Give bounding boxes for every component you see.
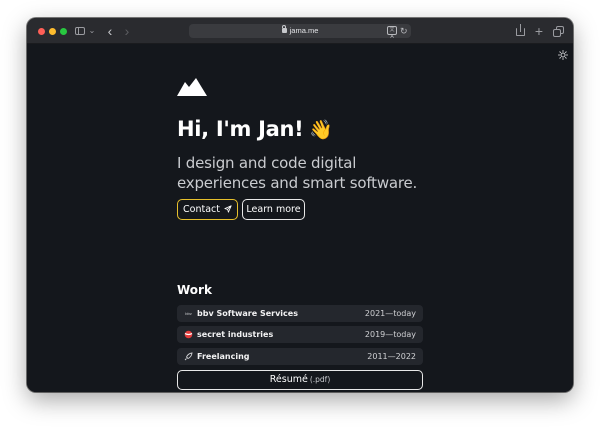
forward-arrow-icon[interactable]: ›	[122, 23, 132, 39]
plus-icon[interactable]: +	[534, 23, 544, 39]
resume-download-button[interactable]: Résumé (.pdf)	[177, 370, 423, 390]
resume-label: Résumé	[269, 374, 308, 385]
tabs-overview-icon[interactable]	[553, 23, 565, 39]
learn-more-button-label: Learn more	[246, 204, 301, 215]
work-item-years: 2011—2022	[367, 352, 416, 361]
mountain-logo[interactable]	[177, 78, 207, 96]
page-title: Hi, I'm Jan! 👋	[177, 117, 333, 141]
close-window-button[interactable]	[38, 28, 45, 35]
translate-icon[interactable]: 文A	[387, 26, 397, 40]
paper-plane-icon	[224, 205, 232, 213]
zoom-window-button[interactable]	[60, 28, 67, 35]
contact-button-label: Contact	[183, 204, 220, 215]
back-arrow-icon[interactable]: ‹	[105, 23, 115, 39]
wave-emoji: 👋	[309, 119, 333, 141]
bbv-logo-icon: bbv	[185, 311, 192, 316]
share-icon[interactable]	[516, 23, 526, 39]
work-item-years: 2021—today	[364, 309, 416, 318]
chevron-down-icon[interactable]: ⌄	[88, 23, 96, 39]
rocket-icon	[184, 352, 193, 361]
minimize-window-button[interactable]	[49, 28, 56, 35]
work-item-name: bbv Software Services	[197, 309, 298, 318]
work-item-name: secret industries	[197, 330, 274, 339]
work-item-freelancing[interactable]: Freelancing 2011—2022	[177, 348, 423, 365]
work-item-secret-industries[interactable]: secret industries 2019—today	[177, 326, 423, 343]
lock-icon	[281, 25, 287, 33]
red-ball-icon	[184, 330, 193, 339]
learn-more-button[interactable]: Learn more	[242, 199, 305, 220]
sidebar-icon[interactable]	[74, 23, 86, 39]
reload-icon[interactable]: ↻	[400, 25, 408, 37]
greeting-text: Hi, I'm Jan!	[177, 117, 304, 141]
work-item-years: 2019—today	[364, 330, 416, 339]
sun-icon[interactable]	[558, 47, 568, 60]
contact-button[interactable]: Contact	[177, 199, 238, 220]
url-text: jama.me	[289, 26, 319, 35]
browser-toolbar: ⌄ ‹ › jama.me 文A ↻ +	[27, 18, 573, 44]
work-item-bbv[interactable]: bbv bbv Software Services 2021—today	[177, 305, 423, 322]
work-section-title: Work	[177, 283, 212, 297]
resume-ext: (.pdf)	[309, 375, 331, 384]
address-bar[interactable]: jama.me	[189, 24, 411, 38]
work-item-name: Freelancing	[197, 352, 250, 361]
tagline: I design and code digital experiences an…	[177, 154, 418, 192]
